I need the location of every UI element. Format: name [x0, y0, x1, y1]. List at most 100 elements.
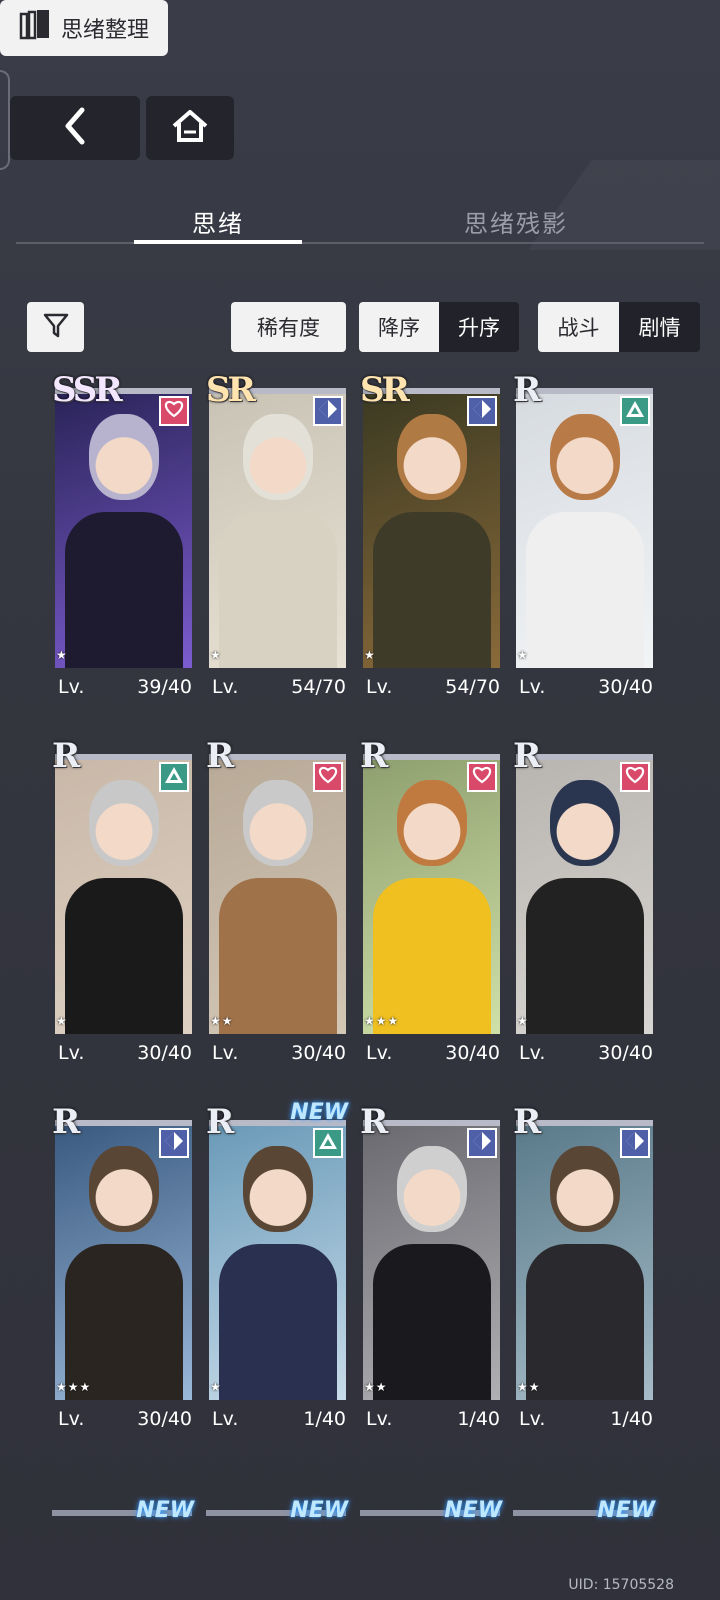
- attribute-badge: [467, 762, 497, 792]
- mode-toggle: 战斗 剧情: [538, 302, 700, 352]
- tab-thought-shadows[interactable]: 思绪残影: [396, 200, 636, 242]
- memory-card[interactable]: R ★★ Lv. 1/40: [360, 1102, 500, 1456]
- chevron-left-icon: [60, 106, 90, 150]
- filter-icon: [42, 311, 70, 344]
- arrange-label: 思绪整理: [60, 18, 149, 43]
- attribute-badge: [620, 396, 650, 426]
- memory-card-partial[interactable]: NEW: [52, 1498, 194, 1540]
- level-label: Lv.: [366, 1042, 393, 1064]
- card-art: [363, 1120, 500, 1400]
- tab-thoughts[interactable]: 思绪: [134, 200, 302, 244]
- memory-card[interactable]: R ★★ Lv. 1/40: [513, 1102, 653, 1456]
- attribute-badge: [467, 1128, 497, 1158]
- star-rating: ★: [56, 648, 68, 662]
- cards-stack-icon: [19, 8, 53, 48]
- level-value: 1/40: [610, 1408, 653, 1430]
- diamond-icon: [472, 399, 492, 423]
- level-value: 39/40: [137, 676, 192, 698]
- card-art: [209, 1120, 346, 1400]
- level-label: Lv.: [212, 676, 239, 698]
- level-label: Lv.: [519, 1042, 546, 1064]
- level-value: 30/40: [291, 1042, 346, 1064]
- star-rating: ★: [517, 1014, 529, 1028]
- ascending-button[interactable]: 升序: [439, 302, 519, 352]
- attribute-badge: [620, 762, 650, 792]
- rarity-label: R: [360, 736, 388, 776]
- level-label: Lv.: [212, 1408, 239, 1430]
- rarity-label: SR: [206, 370, 256, 410]
- card-art: [516, 1120, 653, 1400]
- level-label: Lv.: [58, 1408, 85, 1430]
- star-rating: ★★: [364, 1380, 388, 1394]
- user-id: UID: 15705528: [568, 1577, 674, 1593]
- star-rating: ★: [210, 1380, 222, 1394]
- edge-decoration: [0, 70, 10, 170]
- memory-card[interactable]: R NEW ★ Lv. 1/40: [206, 1100, 348, 1456]
- order-toggle: 降序 升序: [359, 302, 519, 352]
- attribute-badge: [159, 396, 189, 426]
- tab-bar: 思绪 思绪残影: [16, 200, 704, 244]
- triangle-icon: [164, 766, 184, 788]
- star-rating: ★★: [517, 1380, 541, 1394]
- back-button[interactable]: [10, 96, 140, 160]
- memory-card[interactable]: SSR ★ Lv. 39/40: [52, 370, 192, 724]
- star-rating: ★★★: [364, 1014, 400, 1028]
- level-value: 1/40: [303, 1408, 346, 1430]
- star-rating: ★: [517, 648, 529, 662]
- level-value: 1/40: [457, 1408, 500, 1430]
- heart-icon: [472, 766, 492, 788]
- rarity-label: R: [360, 1102, 388, 1142]
- new-tag: NEW: [444, 1498, 502, 1523]
- rarity-label: R: [206, 736, 234, 776]
- battle-button[interactable]: 战斗: [538, 302, 619, 352]
- card-art: [209, 754, 346, 1034]
- level-label: Lv.: [366, 1408, 393, 1430]
- memory-card-partial[interactable]: NEW: [360, 1498, 502, 1540]
- memory-card[interactable]: R ★★★ Lv. 30/40: [52, 1102, 192, 1456]
- card-art: [55, 388, 192, 668]
- memory-card-partial[interactable]: NEW: [513, 1498, 655, 1540]
- attribute-badge: [467, 396, 497, 426]
- card-art: [363, 388, 500, 668]
- memory-card[interactable]: R ★ Lv. 30/40: [513, 370, 653, 724]
- rarity-label: R: [206, 1102, 234, 1142]
- triangle-icon: [625, 400, 645, 422]
- heart-icon: [318, 766, 338, 788]
- descending-button[interactable]: 降序: [359, 302, 439, 352]
- memory-card[interactable]: R ★★ Lv. 30/40: [206, 736, 346, 1090]
- star-rating: ★: [364, 648, 376, 662]
- memory-card[interactable]: R ★★★ Lv. 30/40: [360, 736, 500, 1090]
- level-label: Lv.: [58, 1042, 85, 1064]
- rarity-label: R: [513, 1102, 541, 1142]
- card-art: [516, 754, 653, 1034]
- level-value: 54/70: [291, 676, 346, 698]
- arrange-thoughts-button[interactable]: 思绪整理: [0, 0, 168, 56]
- level-label: Lv.: [366, 676, 393, 698]
- memory-card[interactable]: SR ★ Lv. 54/70: [206, 370, 346, 724]
- story-button[interactable]: 剧情: [619, 302, 700, 352]
- attribute-badge: [159, 1128, 189, 1158]
- rarity-label: R: [513, 736, 541, 776]
- card-art: [516, 388, 653, 668]
- star-rating: ★: [56, 1014, 68, 1028]
- memory-card[interactable]: SR ★ Lv. 54/70: [360, 370, 500, 724]
- memory-card[interactable]: R ★ Lv. 30/40: [513, 736, 653, 1090]
- rarity-sort-button[interactable]: 稀有度: [231, 302, 346, 352]
- level-value: 30/40: [445, 1042, 500, 1064]
- memory-card[interactable]: R ★ Lv. 30/40: [52, 736, 192, 1090]
- card-art: [209, 388, 346, 668]
- card-art: [55, 1120, 192, 1400]
- level-value: 30/40: [598, 676, 653, 698]
- rarity-label: SSR: [52, 370, 123, 410]
- filter-button[interactable]: [27, 302, 84, 352]
- diamond-icon: [625, 1131, 645, 1155]
- attribute-badge: [620, 1128, 650, 1158]
- card-art: [363, 754, 500, 1034]
- star-rating: ★: [210, 648, 222, 662]
- home-icon: [170, 108, 210, 148]
- memory-card-partial[interactable]: NEW: [206, 1498, 348, 1540]
- attribute-badge: [159, 762, 189, 792]
- level-label: Lv.: [519, 676, 546, 698]
- heart-icon: [625, 766, 645, 788]
- home-button[interactable]: [146, 96, 234, 160]
